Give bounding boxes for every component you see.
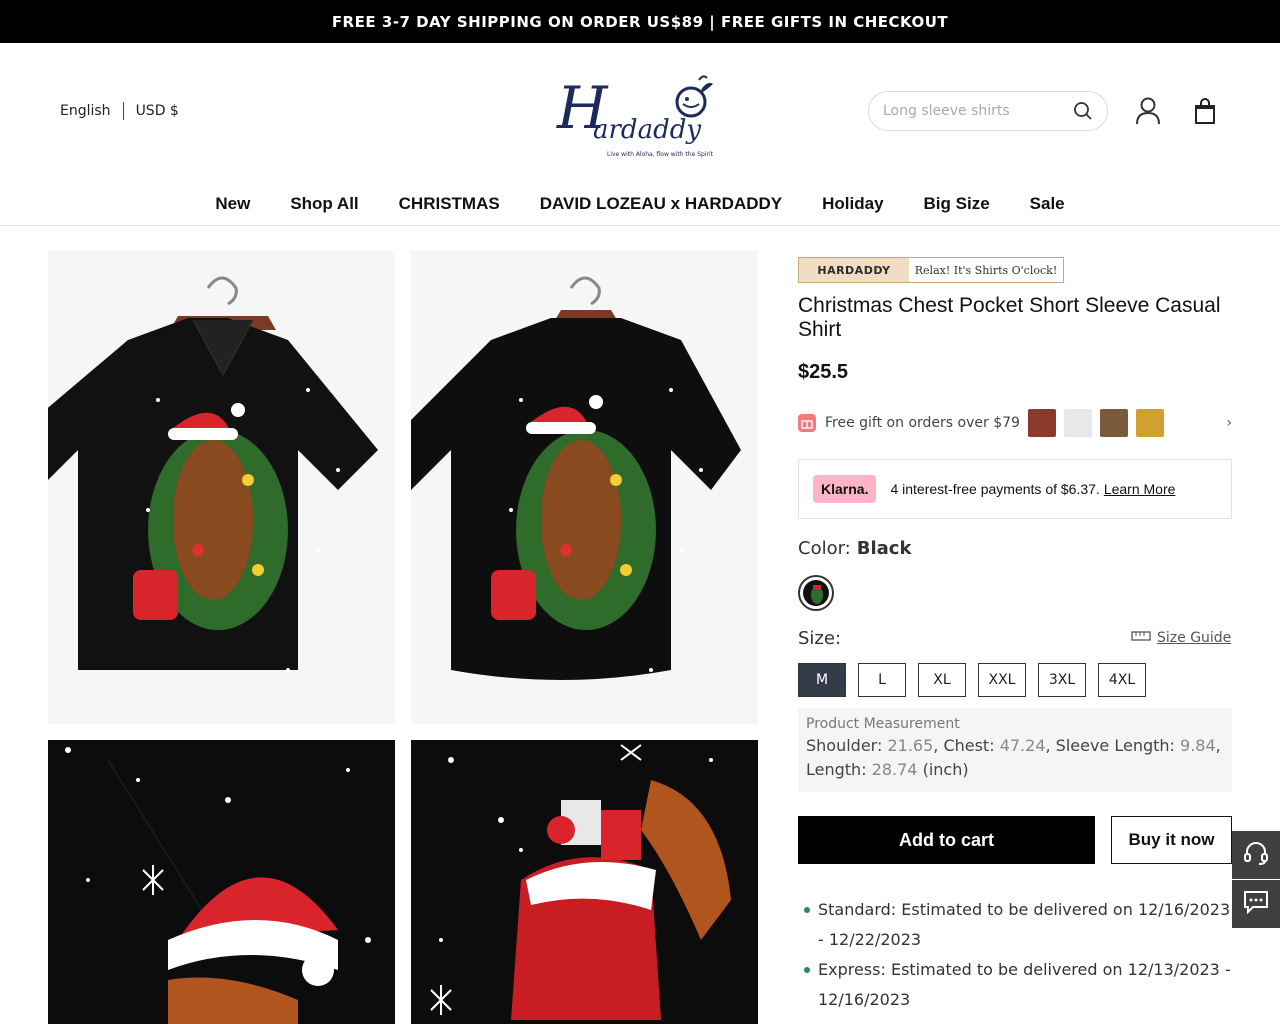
gift-thumb: [1027, 409, 1056, 437]
size-guide-link[interactable]: Size Guide: [1131, 630, 1231, 646]
nav-item-holiday[interactable]: Holiday: [822, 186, 883, 225]
nav-item-christmas[interactable]: CHRISTMAS: [399, 186, 500, 225]
nav-item-shop-all[interactable]: Shop All: [290, 186, 358, 225]
klarna-payments: Klarna. 4 interest-free payments of $6.3…: [798, 459, 1232, 519]
size-option-l[interactable]: L: [858, 663, 906, 697]
search-input[interactable]: [883, 103, 1073, 119]
currency-selector[interactable]: USD $: [136, 103, 179, 119]
customer-service-button[interactable]: [1232, 831, 1280, 879]
banner-slogan: Relax! It's Shirts O'clock!: [914, 263, 1058, 277]
size-option-xxl[interactable]: XXL: [978, 663, 1026, 697]
brand-tagline: Live with Aloha, flow with the Spirit: [607, 151, 714, 158]
main-nav: New Shop All CHRISTMAS DAVID LOZEAU x HA…: [0, 186, 1280, 226]
brand-banner: HARDADDY Relax! It's Shirts O'clock!: [798, 257, 1064, 283]
size-option-3xl[interactable]: 3XL: [1038, 663, 1086, 697]
buy-now-button[interactable]: Buy it now: [1111, 816, 1232, 864]
delivery-standard: Standard: Estimated to be delivered on 1…: [804, 895, 1234, 955]
announcement-bar: FREE 3-7 DAY SHIPPING ON ORDER US$89 | F…: [0, 0, 1280, 43]
user-icon[interactable]: [1134, 96, 1162, 126]
size-option-xl[interactable]: XL: [918, 663, 966, 697]
gift-thumb: [1063, 409, 1092, 437]
nav-item-david-lozeau[interactable]: DAVID LOZEAU x HARDADDY: [540, 186, 782, 225]
nav-item-new[interactable]: New: [215, 186, 250, 225]
locale-selector: English USD $: [60, 102, 179, 120]
bag-icon[interactable]: [1191, 96, 1219, 126]
gift-thumb: [1135, 409, 1164, 437]
gift-text: Free gift on orders over $79: [825, 415, 1020, 431]
svg-text:ardaddy: ardaddy: [593, 115, 701, 145]
gift-thumb: [1099, 409, 1128, 437]
ruler-icon: [1131, 630, 1151, 646]
search-box[interactable]: [868, 91, 1108, 131]
free-gift-row[interactable]: Free gift on orders over $79 ›: [798, 406, 1232, 440]
product-image-front[interactable]: [48, 250, 395, 724]
size-options: M L XL XXL 3XL 4XL: [798, 663, 1146, 697]
color-label-text: Color:: [798, 538, 851, 559]
headset-icon: [1243, 840, 1269, 870]
color-swatch-black[interactable]: [798, 575, 834, 611]
gift-icon: [798, 414, 816, 432]
status-dot: [804, 967, 810, 973]
measurement-title: Product Measurement: [806, 716, 960, 732]
delivery-express: Express: Estimated to be delivered on 12…: [804, 955, 1234, 1015]
product-image-detail-hat[interactable]: [48, 740, 395, 1024]
size-option-m[interactable]: M: [798, 663, 846, 697]
chat-icon: [1243, 890, 1269, 918]
brand-logo[interactable]: H ardaddy Live with Aloha, flow with the…: [553, 66, 725, 162]
color-label: Color: Black: [798, 538, 911, 559]
add-to-cart-button[interactable]: Add to cart: [798, 816, 1095, 864]
size-guide-text: Size Guide: [1157, 630, 1232, 646]
product-image-detail-sack[interactable]: [411, 740, 758, 1024]
size-label: Size:: [798, 628, 842, 649]
color-value: Black: [856, 538, 912, 559]
product-image-back[interactable]: [411, 250, 758, 724]
klarna-badge: Klarna.: [813, 475, 877, 503]
klarna-learn-more-link[interactable]: Learn More: [1104, 481, 1176, 497]
nav-item-sale[interactable]: Sale: [1030, 186, 1065, 225]
nav-item-big-size[interactable]: Big Size: [924, 186, 990, 225]
measurement-values: Shoulder: 21.65, Chest: 47.24, Sleeve Le…: [806, 736, 1221, 779]
klarna-text: 4 interest-free payments of $6.37.: [890, 481, 1100, 497]
status-dot: [804, 907, 810, 913]
divider: [122, 102, 124, 120]
size-option-4xl[interactable]: 4XL: [1098, 663, 1146, 697]
gift-thumbnails: [1027, 409, 1164, 437]
chevron-right-icon[interactable]: ›: [1226, 415, 1232, 431]
banner-brand: HARDADDY: [799, 258, 909, 282]
delivery-estimates: Standard: Estimated to be delivered on 1…: [804, 895, 1234, 1015]
language-selector[interactable]: English: [60, 103, 111, 119]
product-title: Christmas Chest Pocket Short Sleeve Casu…: [798, 294, 1221, 341]
chat-button[interactable]: [1232, 880, 1280, 928]
search-icon[interactable]: [1073, 101, 1093, 121]
product-price: $25.5: [798, 361, 849, 383]
product-measurement: Product Measurement Shoulder: 21.65, Che…: [798, 708, 1232, 792]
